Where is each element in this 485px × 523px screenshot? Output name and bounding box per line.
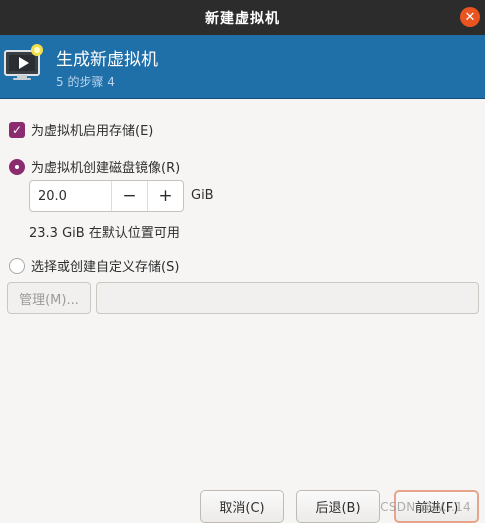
disk-size-value[interactable]: 20.0 <box>30 181 111 211</box>
custom-storage-path-input[interactable] <box>96 282 479 314</box>
enable-storage-checkbox[interactable]: ✓ <box>9 121 25 138</box>
decrease-button[interactable]: − <box>111 181 147 211</box>
watermark: CSDN @W...14 <box>380 500 471 514</box>
increase-button[interactable]: + <box>147 181 183 211</box>
close-button[interactable]: ✕ <box>460 7 480 27</box>
disk-size-unit: GiB <box>191 188 214 203</box>
custom-storage-option[interactable]: 选择或创建自定义存储(S) <box>9 256 179 275</box>
enable-storage-option[interactable]: ✓ 为虚拟机启用存储(E) <box>9 120 153 139</box>
enable-storage-label: 为虚拟机启用存储(E) <box>31 124 154 139</box>
wizard-header: 生成新虚拟机 5 的步骤 4 <box>0 35 485 99</box>
custom-storage-label: 选择或创建自定义存储(S) <box>31 260 180 275</box>
plus-icon: + <box>158 186 173 206</box>
custom-storage-radio[interactable] <box>9 257 25 274</box>
create-disk-label: 为虚拟机创建磁盘镜像(R) <box>31 161 181 176</box>
back-button[interactable]: 后退(B) <box>296 490 380 523</box>
cancel-button[interactable]: 取消(C) <box>200 490 284 523</box>
close-icon: ✕ <box>464 9 476 25</box>
manage-button[interactable]: 管理(M)... <box>7 282 91 314</box>
wizard-step: 5 的步骤 4 <box>56 75 115 89</box>
disk-size-stepper[interactable]: 20.0 − + <box>29 180 184 212</box>
create-disk-radio[interactable] <box>9 158 25 175</box>
title-bar: 新建虚拟机 ✕ <box>0 0 485 35</box>
vm-monitor-icon <box>4 44 43 80</box>
minus-icon: − <box>122 186 137 206</box>
free-space-text: 23.3 GiB 在默认位置可用 <box>29 226 180 241</box>
window-title: 新建虚拟机 <box>205 10 280 27</box>
create-disk-option[interactable]: 为虚拟机创建磁盘镜像(R) <box>9 157 180 176</box>
wizard-title: 生成新虚拟机 <box>56 50 158 70</box>
